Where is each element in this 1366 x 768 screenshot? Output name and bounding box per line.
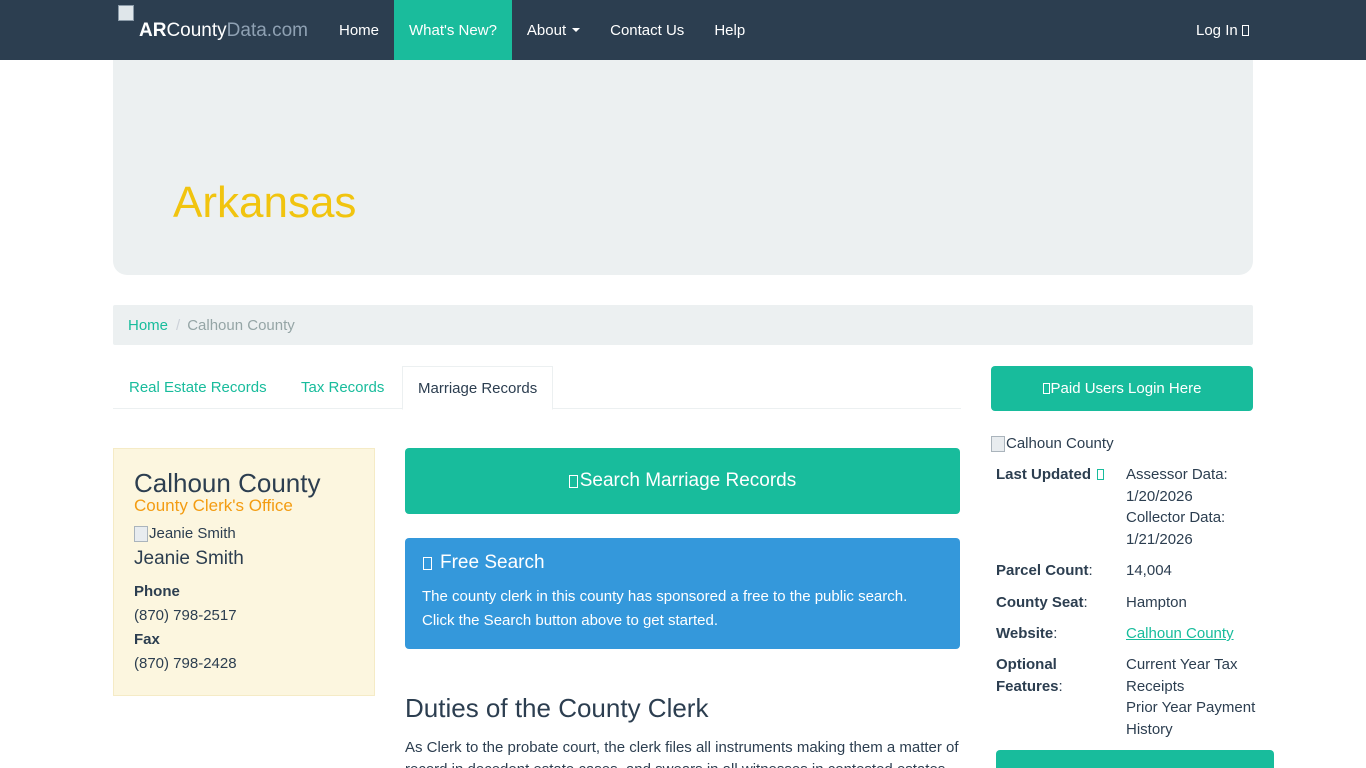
county-seat-label: County Seat: xyxy=(996,594,1088,611)
clerk-card: Calhoun County County Clerk's Office Jea… xyxy=(113,448,375,696)
breadcrumb-home-link[interactable]: Home xyxy=(128,317,168,334)
nav-contact-us[interactable]: Contact Us xyxy=(595,0,699,60)
county-seat-value: Hampton xyxy=(1126,594,1187,611)
login-link[interactable]: Log In xyxy=(1181,0,1264,60)
nav-home[interactable]: Home xyxy=(324,0,394,60)
sidebar-bottom-button[interactable] xyxy=(996,750,1274,768)
fax-value: (870) 798-2428 xyxy=(134,655,237,672)
broken-image-icon xyxy=(134,525,148,542)
nav-help[interactable]: Help xyxy=(699,0,760,60)
breadcrumb-separator: / xyxy=(176,316,181,334)
info-icon xyxy=(423,556,432,570)
county-website-link[interactable]: Calhoun County xyxy=(1126,625,1234,642)
login-icon xyxy=(1241,24,1249,36)
record-tabs: Real Estate Records Tax Records Marriage… xyxy=(113,366,961,410)
phone-value: (870) 798-2517 xyxy=(134,607,237,624)
breadcrumb: Home / Calhoun County xyxy=(113,305,1253,345)
website-label: Website: xyxy=(996,625,1058,642)
tab-tax-records[interactable]: Tax Records xyxy=(286,366,399,409)
clerk-office-title: County Clerk's Office xyxy=(134,496,293,515)
search-icon xyxy=(568,474,578,488)
brand-logo-link[interactable]: ARCountyData.com xyxy=(118,5,308,55)
top-navbar: ARCountyData.com Home What's New? About … xyxy=(0,0,1366,60)
website-value: Calhoun County xyxy=(1126,623,1234,645)
feature-1-line-2: Receipts xyxy=(1126,678,1185,695)
tab-real-estate-records[interactable]: Real Estate Records xyxy=(114,366,282,409)
duties-heading: Duties of the County Clerk xyxy=(405,693,709,723)
feature-2-line-2: History xyxy=(1126,721,1173,738)
clerk-photo: Jeanie Smith xyxy=(134,525,236,542)
collector-data-line-2: 1/21/2026 xyxy=(1126,531,1193,548)
login-label: Log In xyxy=(1196,21,1238,39)
breadcrumb-current: Calhoun County xyxy=(187,316,295,334)
nav-about-dropdown[interactable]: About xyxy=(512,0,595,60)
login-icon xyxy=(1042,383,1050,394)
county-image-alt: Calhoun County xyxy=(1006,435,1114,452)
parcel-count-value: 14,004 xyxy=(1126,562,1172,579)
assessor-data-line-1: Assessor Data: xyxy=(1126,466,1228,483)
fax-label: Fax xyxy=(134,631,160,648)
parcel-count-label: Parcel Count: xyxy=(996,562,1093,579)
free-search-title-text: Free Search xyxy=(440,552,545,573)
paid-login-label: Paid Users Login Here xyxy=(1050,380,1202,397)
free-search-title: Free Search xyxy=(423,552,545,574)
optional-features-label-2: Features: xyxy=(996,678,1063,695)
feature-1-line-1: Current Year Tax xyxy=(1126,656,1238,673)
brand-text: ARCountyData.com xyxy=(139,20,308,41)
tab-marriage-records[interactable]: Marriage Records xyxy=(402,366,554,410)
clerk-name: Jeanie Smith xyxy=(134,548,244,569)
optional-features-label-1: Optional xyxy=(996,656,1057,673)
clerk-photo-alt: Jeanie Smith xyxy=(149,525,236,542)
info-tooltip-icon[interactable] xyxy=(1097,469,1105,480)
clerk-county-name: Calhoun County xyxy=(134,468,321,498)
nav-whats-new[interactable]: What's New? xyxy=(394,0,512,60)
phone-label: Phone xyxy=(134,583,180,600)
collector-data-line-1: Collector Data: xyxy=(1126,509,1226,526)
search-marriage-records-button[interactable]: Search Marriage Records xyxy=(405,448,960,514)
main-nav: Home What's New? About Contact Us Help xyxy=(324,0,760,60)
last-updated-label: Last Updated xyxy=(996,464,1105,486)
paid-users-login-button[interactable]: Paid Users Login Here xyxy=(991,366,1253,411)
search-button-label: Search Marriage Records xyxy=(579,470,797,491)
feature-2-line-1: Prior Year Payment xyxy=(1126,699,1256,716)
nav-about-label: About xyxy=(526,21,567,39)
assessor-data-line-2: 1/20/2026 xyxy=(1126,488,1193,505)
free-search-alert: Free Search The county clerk in this cou… xyxy=(405,538,960,649)
broken-logo-image-icon xyxy=(118,5,134,21)
county-image: Calhoun County xyxy=(991,435,1114,452)
caret-down-icon xyxy=(572,28,581,32)
free-search-line-1: The county clerk in this county has spon… xyxy=(422,588,908,605)
jumbotron: Arkansas xyxy=(113,60,1253,275)
duties-paragraph: As Clerk to the probate court, the clerk… xyxy=(405,739,959,768)
free-search-line-2: Click the Search button above to get sta… xyxy=(422,612,719,629)
state-title: Arkansas xyxy=(173,178,357,227)
broken-image-icon xyxy=(991,435,1005,452)
